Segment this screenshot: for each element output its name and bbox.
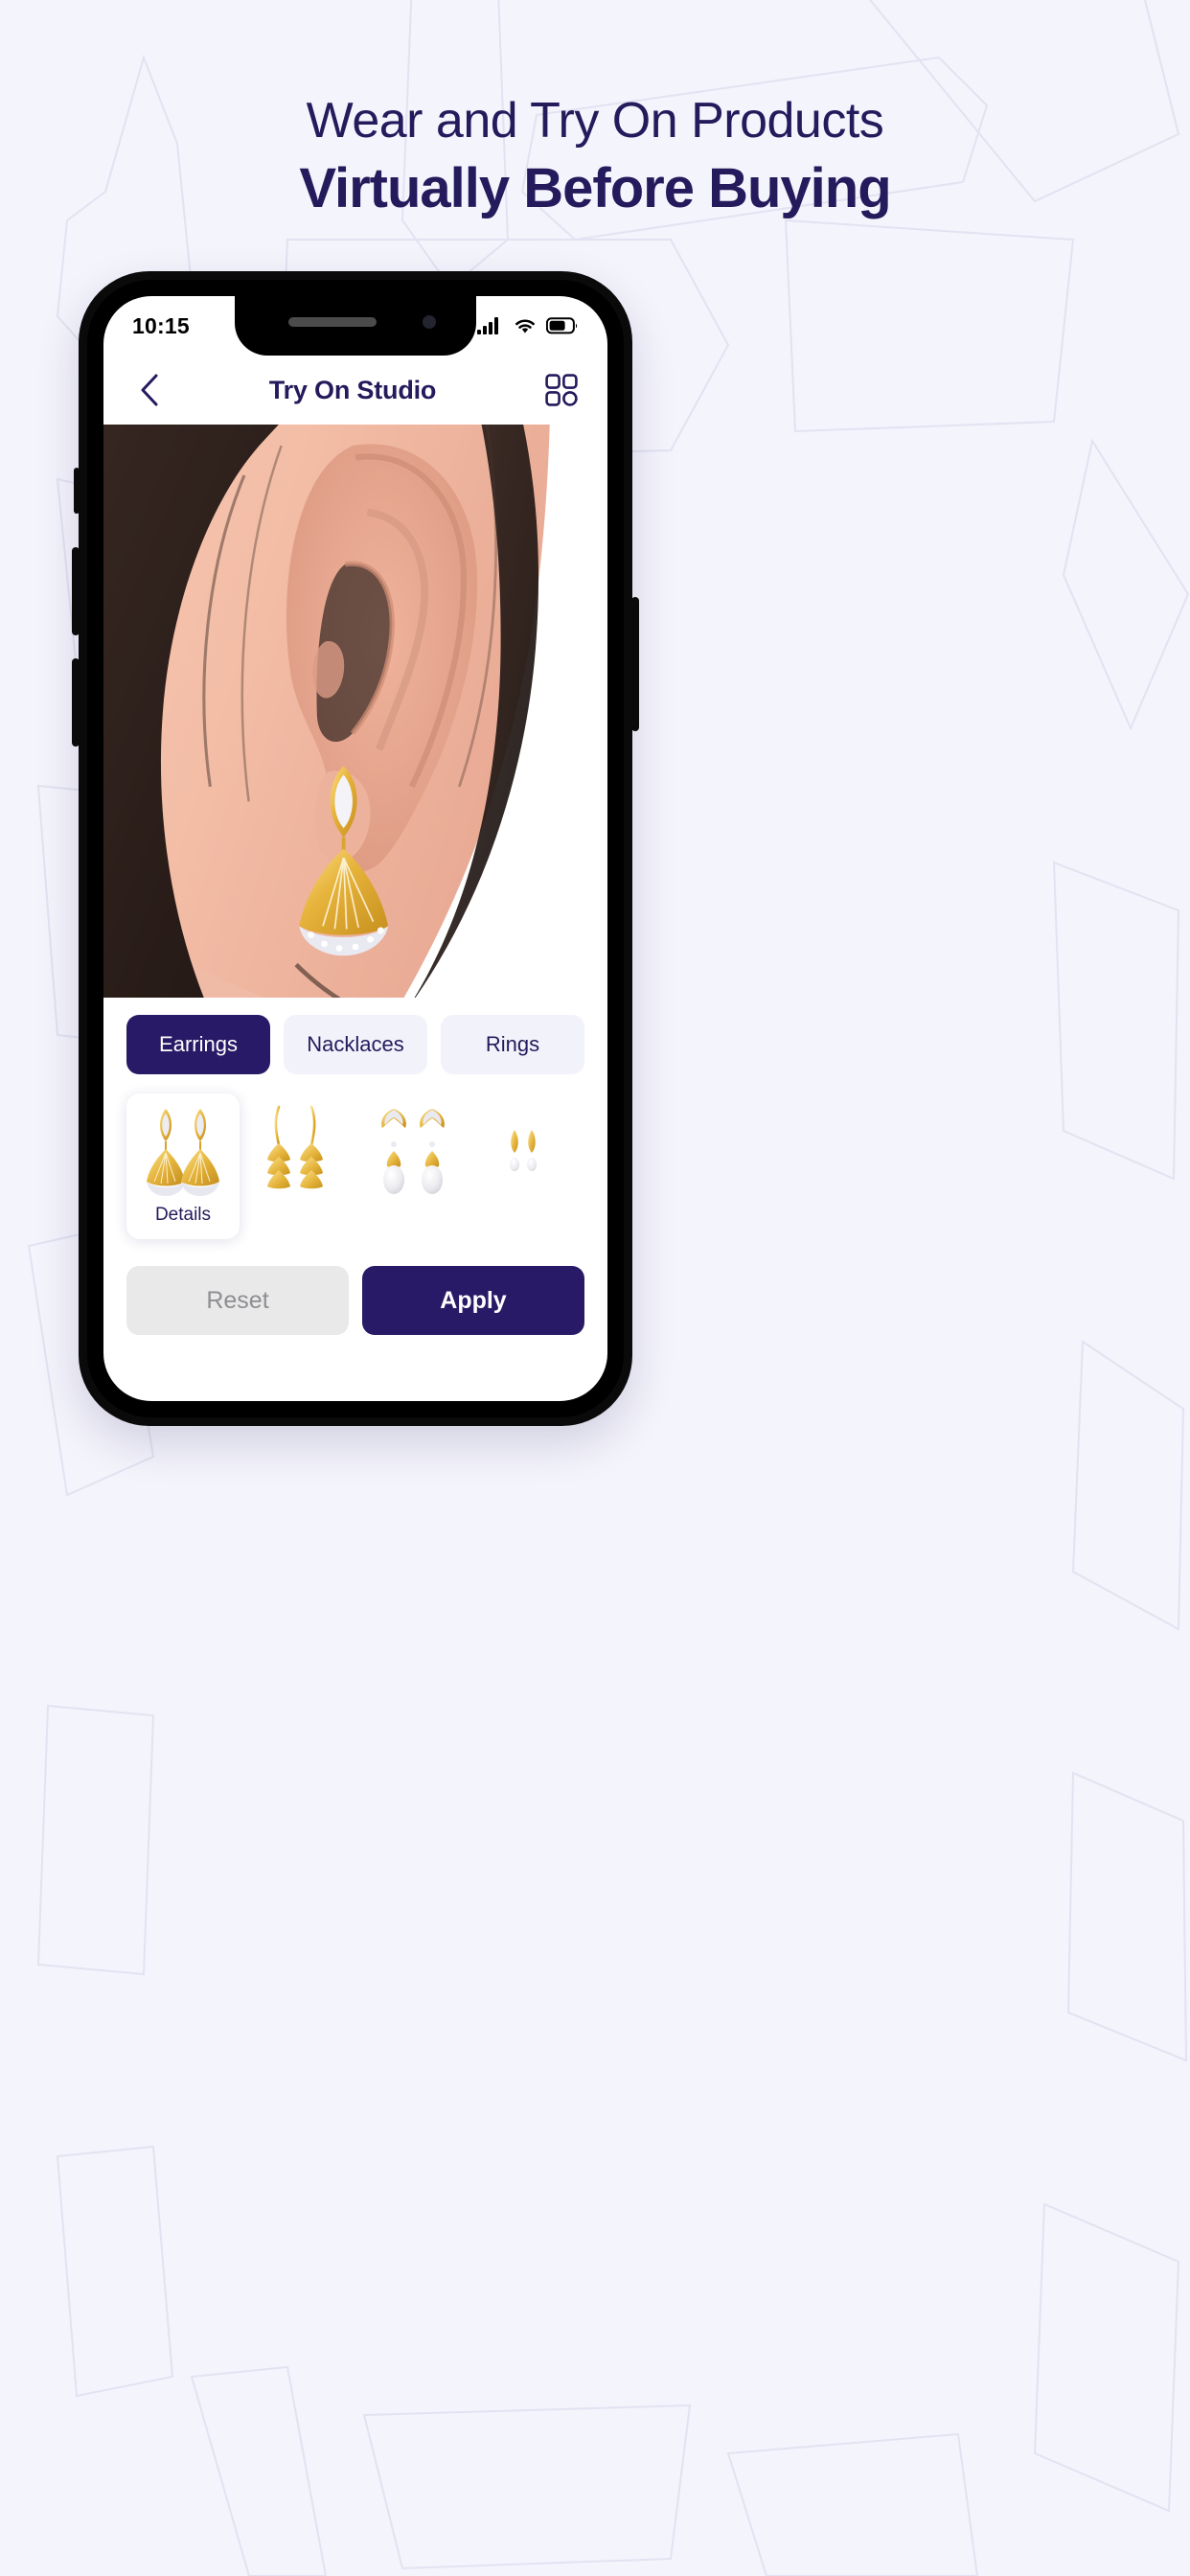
product-thumbnail bbox=[141, 1101, 225, 1201]
app-header: Try On Studio bbox=[103, 356, 607, 425]
product-item-gold-threader-pearl-earring[interactable] bbox=[471, 1093, 584, 1239]
phone-mockup: 10:15 Try On Studio Earrings Nacklaces R… bbox=[72, 271, 639, 1426]
product-item-gold-pearl-drop-earring[interactable] bbox=[356, 1093, 469, 1239]
phone-notch bbox=[235, 296, 476, 356]
gold-pearl-drop-earring-icon bbox=[381, 1109, 445, 1194]
phone-screen: 10:15 Try On Studio Earrings Nacklaces R… bbox=[103, 296, 607, 1401]
category-tabs: Earrings Nacklaces Rings bbox=[103, 1015, 607, 1074]
category-tab-label: Earrings bbox=[159, 1032, 238, 1056]
app-title: Try On Studio bbox=[268, 375, 437, 404]
product-item-gold-tiered-fan-earring[interactable] bbox=[241, 1093, 355, 1239]
product-item-diamond-fan-drop-earring[interactable]: Details bbox=[126, 1093, 240, 1239]
ear-photo bbox=[103, 425, 607, 998]
grid-menu-button[interactable] bbox=[540, 369, 583, 411]
product-thumbnail bbox=[371, 1101, 455, 1201]
grid-menu-icon bbox=[545, 374, 578, 406]
tryon-preview[interactable] bbox=[103, 425, 607, 998]
volume-down-button[interactable] bbox=[72, 658, 80, 747]
product-thumbnail bbox=[256, 1101, 340, 1201]
action-bar: Reset Apply bbox=[103, 1266, 607, 1335]
battery-icon bbox=[546, 317, 578, 334]
front-camera-icon bbox=[423, 315, 436, 329]
gold-threader-pearl-earring-icon bbox=[510, 1105, 537, 1193]
category-tab-earrings[interactable]: Earrings bbox=[126, 1015, 270, 1074]
reset-button[interactable]: Reset bbox=[126, 1266, 349, 1335]
apply-button[interactable]: Apply bbox=[362, 1266, 584, 1335]
power-button[interactable] bbox=[631, 597, 639, 731]
category-tab-nacklaces[interactable]: Nacklaces bbox=[284, 1015, 427, 1074]
gold-tiered-fan-earring-icon bbox=[267, 1105, 323, 1189]
volume-up-button[interactable] bbox=[72, 547, 80, 635]
diamond-fan-drop-earring-icon bbox=[147, 1109, 219, 1196]
headline-line-2: Virtually Before Buying bbox=[299, 157, 891, 220]
product-thumbnail bbox=[486, 1101, 570, 1201]
product-details-label[interactable]: Details bbox=[155, 1205, 211, 1226]
earpiece-speaker bbox=[288, 317, 377, 327]
signal-icon bbox=[477, 317, 498, 334]
wifi-icon bbox=[515, 319, 535, 334]
category-tab-label: Nacklaces bbox=[307, 1032, 404, 1056]
headline-line-1: Wear and Try On Products bbox=[306, 93, 884, 149]
category-tab-label: Rings bbox=[485, 1032, 540, 1056]
chevron-left-icon bbox=[141, 374, 158, 406]
status-icons bbox=[477, 316, 579, 335]
status-time: 10:15 bbox=[132, 312, 190, 338]
page-title: Wear and Try On Products Virtually Befor… bbox=[0, 92, 1190, 222]
category-tab-rings[interactable]: Rings bbox=[441, 1015, 584, 1074]
silent-switch[interactable] bbox=[74, 468, 80, 514]
product-list: Details bbox=[103, 1093, 607, 1239]
